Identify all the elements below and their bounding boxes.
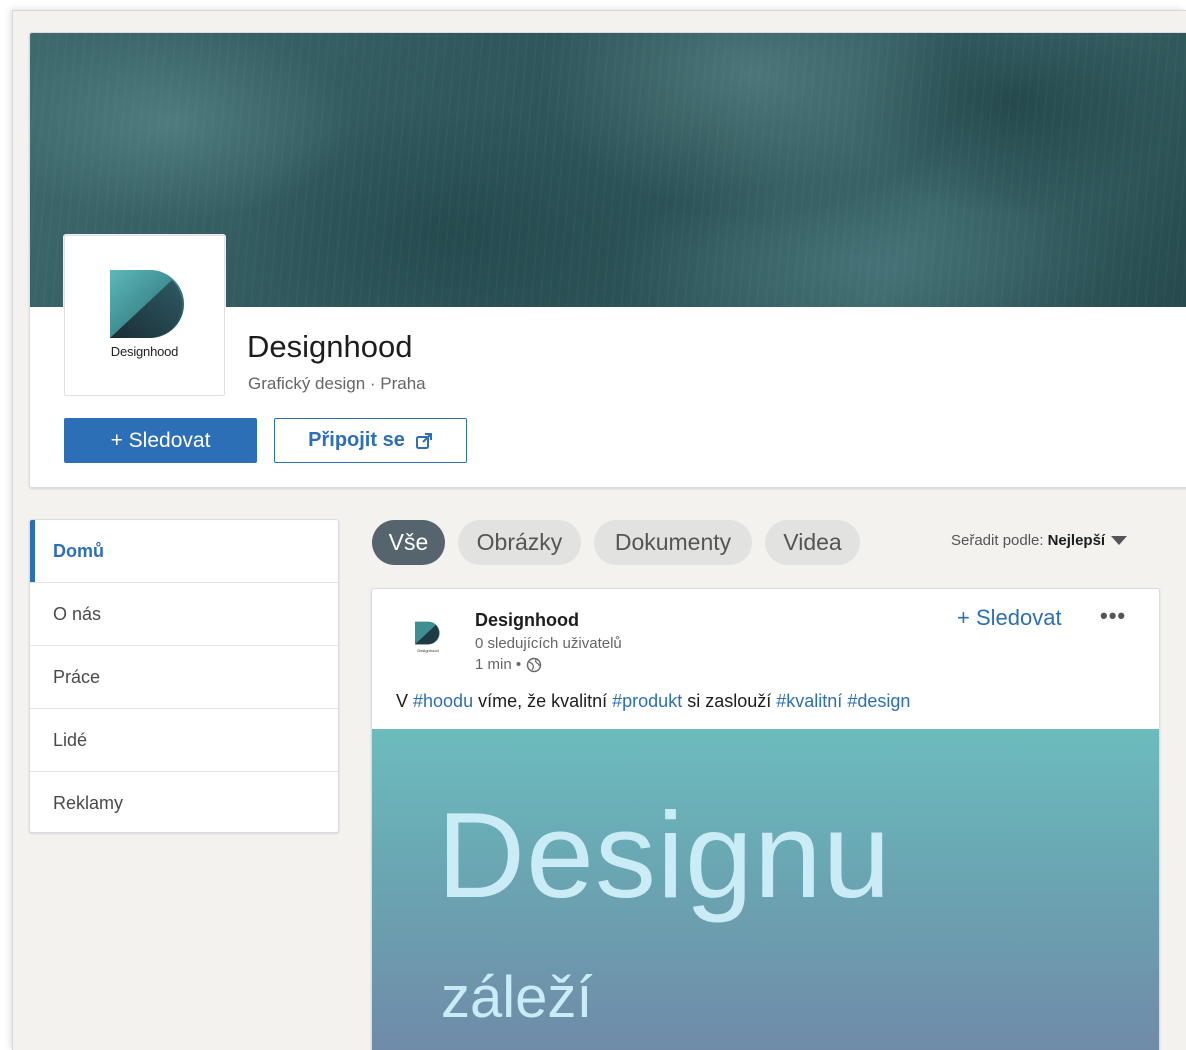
- filter-pill-obrazky[interactable]: Obrázky: [458, 520, 581, 565]
- post-image[interactable]: Designu záleží: [372, 729, 1159, 1050]
- connect-button-label: Připojit se: [308, 429, 405, 451]
- external-link-icon: [415, 432, 432, 449]
- company-top-card: Designhood Designhood Grafický design · …: [29, 32, 1186, 488]
- filter-pill-label: Dokumenty: [614, 529, 732, 555]
- post-image-subtitle: záleží: [441, 965, 593, 1030]
- post-follow-label: + Sledovat: [957, 605, 1062, 630]
- hashtag-link[interactable]: #kvalitní: [776, 691, 842, 711]
- post-image-title: Designu: [437, 787, 892, 923]
- post-author-logo[interactable]: Designhood: [406, 621, 450, 661]
- hashtag-link[interactable]: #produkt: [612, 691, 682, 711]
- company-name: Designhood: [247, 329, 413, 364]
- filter-pill-videa[interactable]: Videa: [765, 520, 860, 565]
- post-text-segment: si zaslouží: [682, 691, 777, 711]
- follow-button[interactable]: + Sledovat: [64, 418, 257, 463]
- follow-button-label: + Sledovat: [110, 428, 211, 452]
- filter-pill-label: Videa: [783, 529, 842, 555]
- connect-button[interactable]: Připojit se: [274, 418, 467, 463]
- post-text-segment: V: [396, 691, 414, 711]
- page-navigation: Domů O nás Práce Lidé Reklamy: [29, 519, 339, 833]
- post-meta: 1 min •: [475, 656, 542, 673]
- hashtag-link[interactable]: #hoodu: [413, 691, 473, 711]
- company-logo[interactable]: Designhood: [64, 235, 225, 396]
- sort-value: Nejlepší: [1047, 532, 1106, 549]
- nav-item-label: Domů: [53, 540, 104, 561]
- post-card: Designhood Designhood 0 sledujících uživ…: [371, 588, 1160, 1050]
- sort-label: Seřadit podle:: [951, 532, 1044, 549]
- filter-pill-vse[interactable]: Vše: [372, 520, 445, 565]
- nav-item-label: O nás: [53, 603, 102, 624]
- post-text-segment: víme, že kvalitní: [473, 691, 613, 711]
- nav-item-lide[interactable]: Lidé: [30, 709, 338, 772]
- post-follow-button[interactable]: + Sledovat: [957, 605, 1062, 631]
- sort-dropdown[interactable]: Seřadit podle: Nejlepší: [951, 532, 1128, 549]
- post-time: 1 min •: [475, 656, 522, 673]
- post-follower-count: 0 sledujících uživatelů: [475, 635, 622, 652]
- nav-item-label: Práce: [53, 666, 101, 687]
- filter-pill-dokumenty[interactable]: Dokumenty: [594, 520, 752, 565]
- designhood-logo-mark: [110, 270, 184, 338]
- logo-wordmark: Designhood: [110, 344, 179, 359]
- page-frame: Designhood Designhood Grafický design · …: [12, 10, 1186, 1050]
- hashtag-link[interactable]: #design: [847, 691, 910, 711]
- filter-pill-label: Obrázky: [476, 529, 563, 555]
- more-options-icon[interactable]: •••: [1100, 603, 1126, 629]
- post-author-name[interactable]: Designhood: [475, 610, 579, 631]
- company-subtitle: Grafický design · Praha: [248, 374, 426, 393]
- globe-icon: [526, 657, 542, 672]
- nav-item-o-nas[interactable]: O nás: [30, 583, 338, 646]
- designhood-logo-mark: [415, 621, 440, 645]
- filter-pill-label: Vše: [388, 529, 429, 555]
- post-logo-wordmark: Designhood: [417, 648, 439, 653]
- caret-down-icon: [1111, 536, 1128, 545]
- nav-item-reklamy[interactable]: Reklamy: [30, 772, 338, 832]
- nav-item-prace[interactable]: Práce: [30, 646, 338, 709]
- nav-item-label: Lidé: [53, 729, 88, 750]
- nav-item-label: Reklamy: [53, 793, 124, 813]
- post-body-text: V #hoodu víme, že kvalitní #produkt si z…: [396, 691, 910, 712]
- nav-item-domu[interactable]: Domů: [30, 520, 338, 583]
